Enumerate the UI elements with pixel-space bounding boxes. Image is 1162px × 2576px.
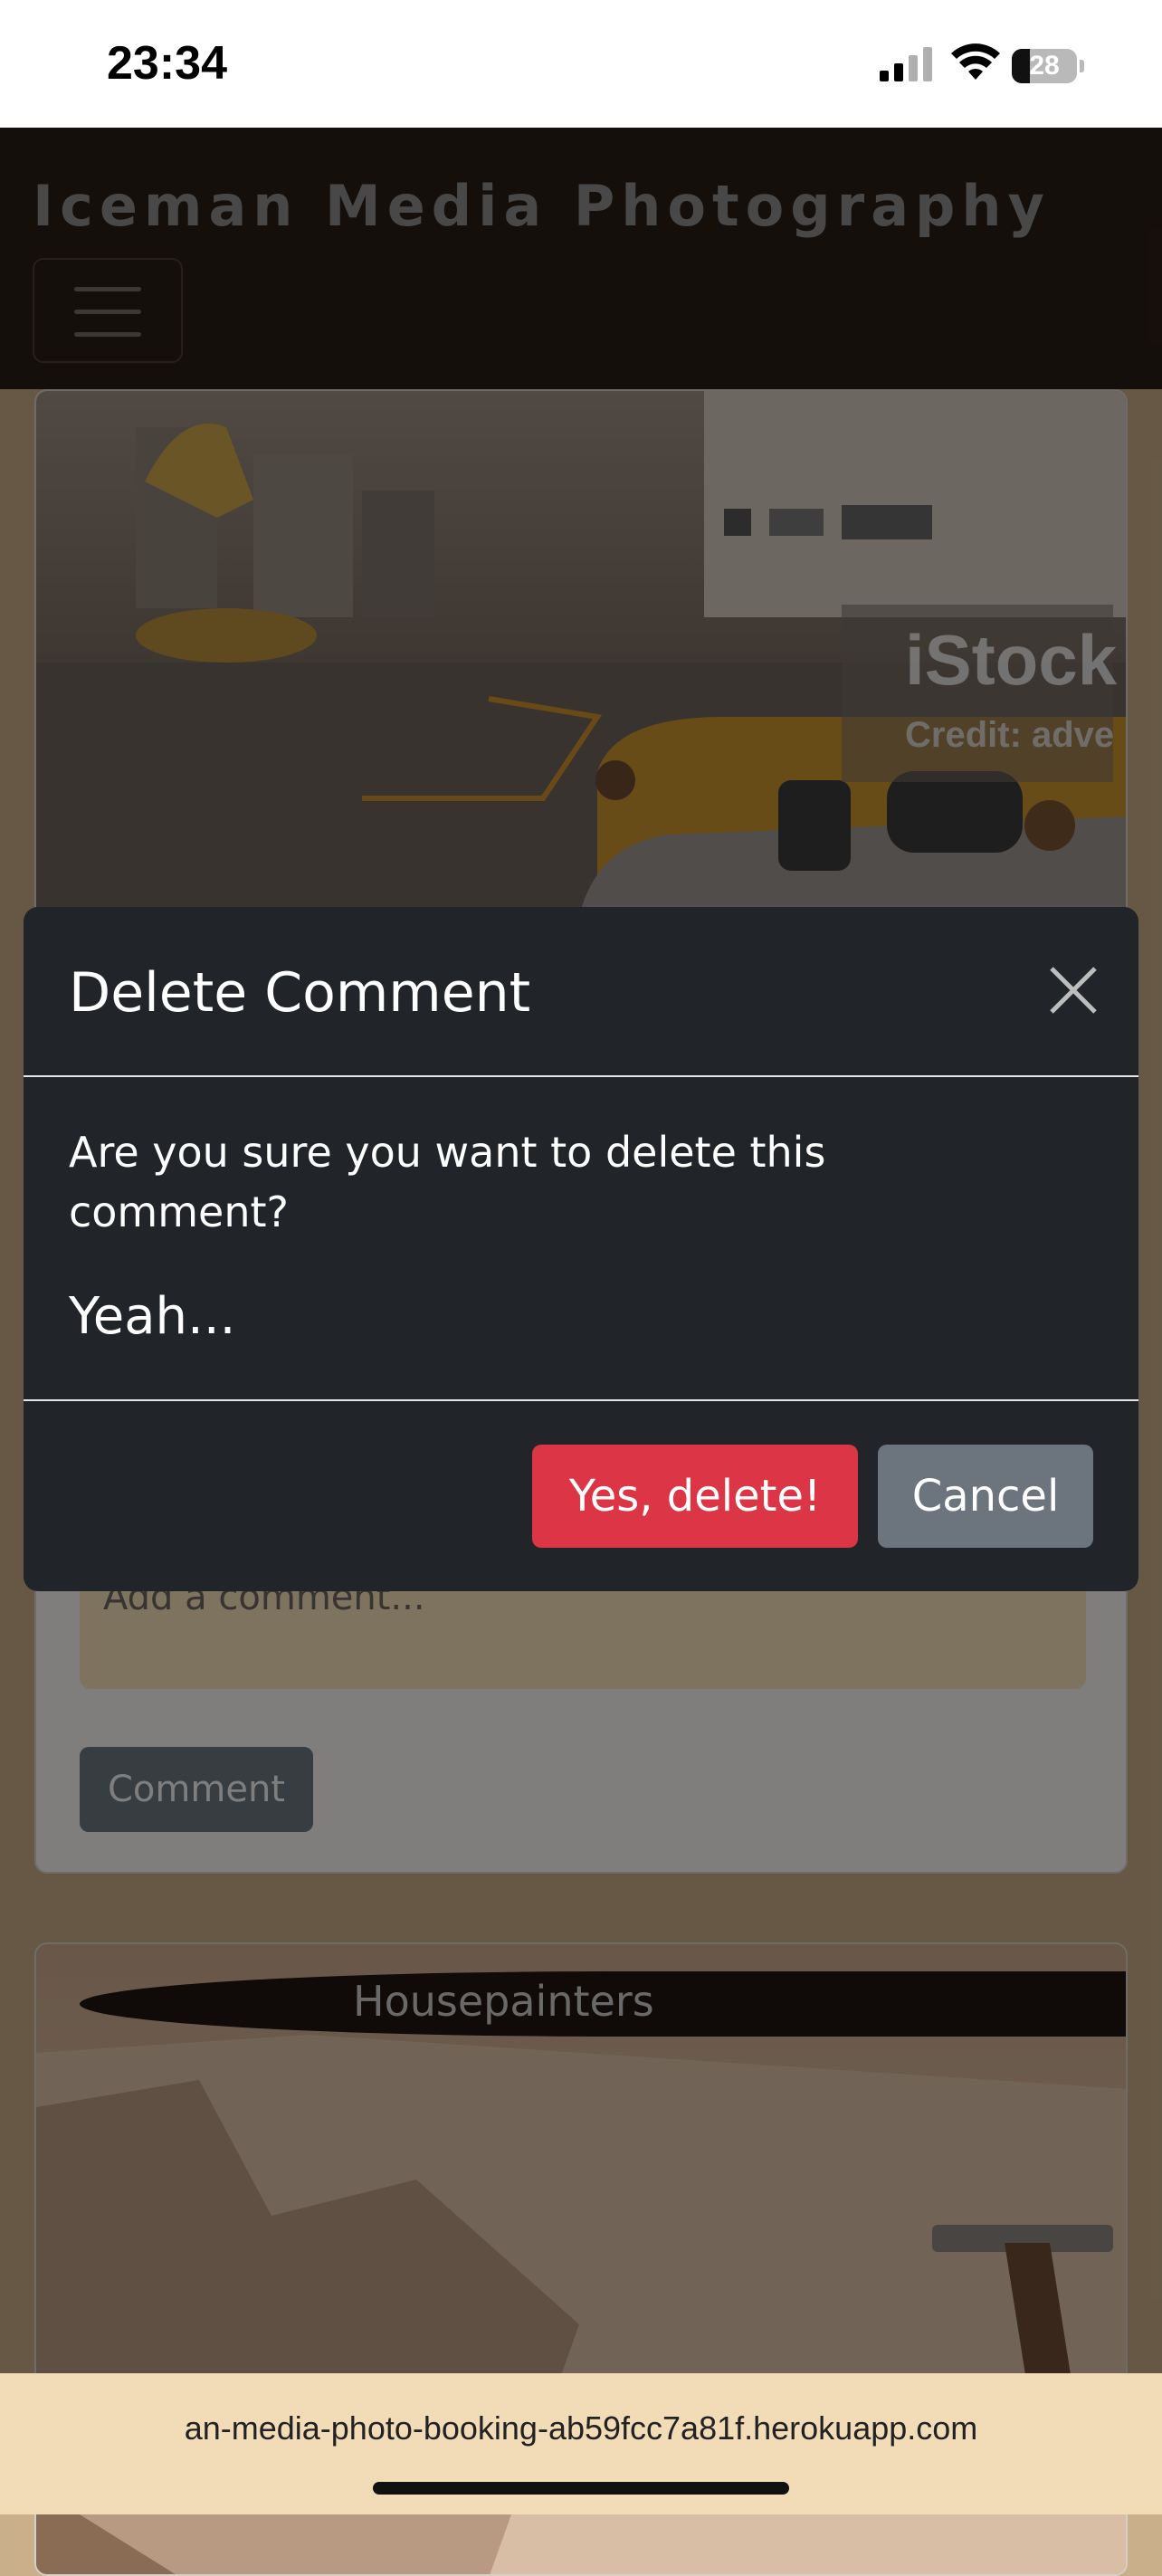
cellular-signal-icon <box>880 47 932 81</box>
confirm-delete-button[interactable]: Yes, delete! <box>532 1445 858 1548</box>
close-icon[interactable] <box>1048 965 1099 1016</box>
page-url[interactable]: an-media-photo-booking-ab59fcc7a81f.hero… <box>0 2409 1162 2447</box>
comment-preview: Yeah... <box>69 1287 236 1346</box>
modal-body: Are you sure you want to delete this com… <box>24 1077 1138 1401</box>
status-bar: 23:34 28 <box>0 0 1162 128</box>
battery-level: 28 <box>1029 51 1060 81</box>
status-time: 23:34 <box>107 37 227 90</box>
battery-icon: 28 <box>1012 49 1084 83</box>
browser-url-bar[interactable]: an-media-photo-booking-ab59fcc7a81f.hero… <box>0 2373 1162 2514</box>
modal-header: Delete Comment <box>24 907 1138 1077</box>
delete-comment-modal: Delete Comment Are you sure you want to … <box>24 907 1138 1591</box>
delete-confirmation-text: Are you sure you want to delete this com… <box>69 1128 826 1236</box>
modal-title: Delete Comment <box>69 961 531 1025</box>
cancel-button[interactable]: Cancel <box>878 1445 1093 1548</box>
home-indicator[interactable] <box>373 2482 789 2495</box>
wifi-icon <box>951 43 1000 80</box>
